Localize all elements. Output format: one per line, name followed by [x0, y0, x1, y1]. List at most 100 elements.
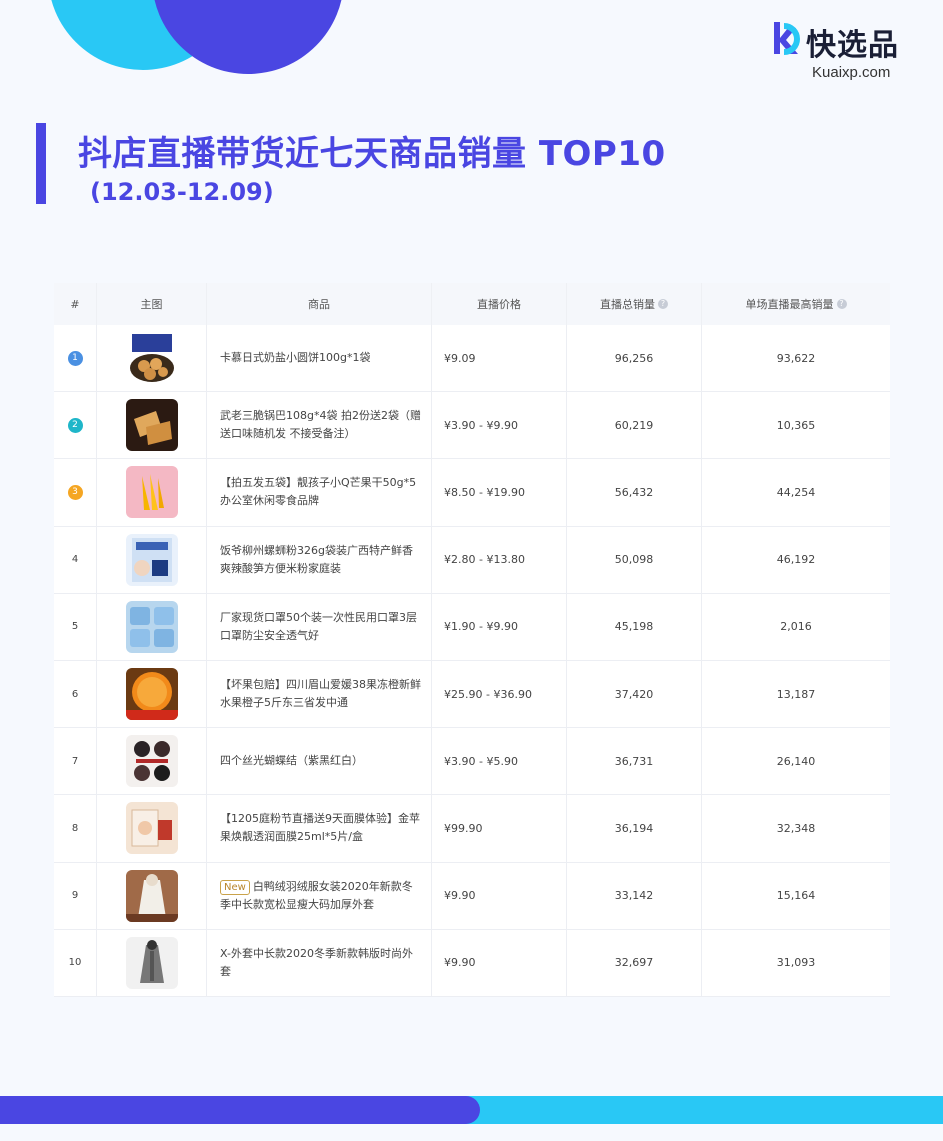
- product-name[interactable]: X-外套中长款2020冬季新款韩版时尚外套: [220, 947, 413, 978]
- rank-number: 6: [71, 688, 79, 700]
- brand-logo[interactable]: 快选品 Kuaixp.com: [770, 20, 910, 84]
- brand-name: 快选品: [806, 28, 899, 63]
- product-name[interactable]: 【1205庭粉节直播送9天面膜体验】金苹果焕靓透润面膜25ml*5片/盒: [220, 812, 420, 843]
- col-rank: #: [54, 283, 97, 325]
- image-cell: [97, 728, 207, 795]
- brand-url[interactable]: Kuaixp.com: [812, 64, 890, 81]
- col-image: 主图: [97, 283, 207, 325]
- total-sales-cell: 45,198: [567, 593, 702, 660]
- product-cell: New 白鸭绒羽绒服女装2020年新款冬季中长款宽松显瘦大码加厚外套: [207, 862, 432, 929]
- product-thumbnail[interactable]: [125, 600, 178, 653]
- table-body: 1 卡慕日式奶盐小圆饼100g*1袋 ¥9.09 96,256 93,622 2 武老三脆锅…: [54, 325, 890, 997]
- date-range: (12.03-12.09): [90, 178, 274, 206]
- max-single-sales-cell: 32,348: [776, 821, 816, 835]
- rank-cell: 3: [54, 459, 97, 526]
- table-row[interactable]: 7 四个丝光蝴蝶结（紫黑红白） ¥3.90 - ¥5.90 36,731 26,140: [54, 728, 890, 796]
- col-max-single[interactable]: 单场直播最高销量?: [702, 283, 890, 325]
- table-row[interactable]: 4 饭爷柳州螺蛳粉326g袋装广西特产鲜香爽辣酸笋方便米粉家庭装 ¥2.80 - ¥…: [54, 526, 890, 594]
- rank-number: 9: [71, 890, 79, 902]
- price-cell: ¥8.50 - ¥19.90: [432, 459, 567, 526]
- new-badge: New: [220, 879, 250, 895]
- product-name-wrap: 【1205庭粉节直播送9天面膜体验】金苹果焕靓透润面膜25ml*5片/盒: [220, 810, 421, 846]
- page-title: 抖店直播带货近七天商品销量 TOP10: [78, 134, 666, 174]
- product-name[interactable]: 【坏果包赔】四川眉山爱媛38果冻橙新鲜水果橙子5斤东三省发中通: [220, 678, 421, 709]
- product-name[interactable]: 卡慕日式奶盐小圆饼100g*1袋: [220, 351, 370, 364]
- total-sales-cell: 37,420: [567, 660, 702, 728]
- max-single-sales-cell: 13,187: [776, 687, 816, 701]
- product-name-wrap: 【拍五发五袋】靓孩子小Q芒果干50g*5办公室休闲零食品牌: [220, 474, 421, 510]
- rank-cell: 1: [54, 325, 97, 392]
- product-thumbnail[interactable]: [125, 735, 178, 788]
- price-cell: ¥9.90: [432, 929, 567, 996]
- product-thumbnail[interactable]: [125, 332, 178, 385]
- rank-cell: 4: [54, 526, 97, 593]
- col-image-label: 主图: [140, 298, 163, 311]
- price-cell: ¥2.80 - ¥13.80: [432, 526, 567, 593]
- col-product-label: 商品: [308, 298, 330, 311]
- product-thumbnail[interactable]: [125, 869, 178, 922]
- rank-badge: 3: [67, 484, 83, 500]
- product-cell: 【1205庭粉节直播送9天面膜体验】金苹果焕靓透润面膜25ml*5片/盒: [207, 795, 432, 862]
- table-row[interactable]: 10 X-外套中长款2020冬季新款韩版时尚外套 ¥9.90 32,697 31,093: [54, 929, 890, 997]
- product-name-wrap: 厂家现货口罩50个装一次性民用口罩3层口罩防尘安全透气好: [220, 609, 421, 645]
- brand-logo-icon: [774, 22, 800, 55]
- price-cell: ¥25.90 - ¥36.90: [432, 660, 567, 728]
- product-thumbnail[interactable]: [125, 668, 178, 721]
- total-sales-cell: 60,219: [567, 392, 702, 459]
- rank-number: 5: [71, 621, 79, 633]
- col-max-single-label: 单场直播最高销量: [745, 298, 834, 311]
- price-cell: ¥3.90 - ¥9.90: [432, 392, 567, 459]
- product-thumbnail[interactable]: [125, 533, 178, 586]
- help-icon[interactable]: ?: [836, 299, 847, 309]
- table-row[interactable]: 8 【1205庭粉节直播送9天面膜体验】金苹果焕靓透润面膜25ml*5片/盒 ¥99…: [54, 795, 890, 863]
- rank-cell: 5: [54, 593, 97, 660]
- table-header: # 主图 商品 直播价格 直播总销量? 单场直播最高销量?: [54, 283, 890, 325]
- total-sales-cell: 56,432: [567, 459, 702, 526]
- image-cell: [97, 660, 207, 728]
- rank-cell: 6: [54, 660, 97, 728]
- col-price[interactable]: 直播价格: [432, 283, 567, 325]
- product-name-wrap: New 白鸭绒羽绒服女装2020年新款冬季中长款宽松显瘦大码加厚外套: [220, 878, 421, 914]
- col-total-sales[interactable]: 直播总销量?: [567, 283, 702, 325]
- image-cell: [97, 862, 207, 929]
- col-total-sales-label: 直播总销量: [600, 298, 655, 311]
- product-cell: X-外套中长款2020冬季新款韩版时尚外套: [207, 929, 432, 996]
- table-row[interactable]: 1 卡慕日式奶盐小圆饼100g*1袋 ¥9.09 96,256 93,622: [54, 325, 890, 393]
- product-name[interactable]: 饭爷柳州螺蛳粉326g袋装广西特产鲜香爽辣酸笋方便米粉家庭装: [220, 544, 413, 575]
- table-row[interactable]: 6 【坏果包赔】四川眉山爱媛38果冻橙新鲜水果橙子5斤东三省发中通 ¥25.90 -…: [54, 660, 890, 729]
- footer-bar-cyan: [460, 1096, 943, 1124]
- rank-badge: 2: [67, 417, 83, 433]
- product-thumbnail[interactable]: [125, 466, 178, 519]
- image-cell: [97, 325, 207, 392]
- product-name-wrap: 饭爷柳州螺蛳粉326g袋装广西特产鲜香爽辣酸笋方便米粉家庭装: [220, 542, 421, 578]
- rank-cell: 9: [54, 862, 97, 929]
- table-row[interactable]: 5 厂家现货口罩50个装一次性民用口罩3层口罩防尘安全透气好 ¥1.90 - ¥9.…: [54, 593, 890, 661]
- rank-cell: 2: [54, 392, 97, 459]
- image-cell: [97, 526, 207, 593]
- product-cell: 四个丝光蝴蝶结（紫黑红白）: [207, 728, 432, 795]
- table-row[interactable]: 9 New 白鸭绒羽绒服女装2020年新款冬季中长款宽松显瘦大码加厚外套 ¥9.90 3…: [54, 862, 890, 930]
- product-name[interactable]: 厂家现货口罩50个装一次性民用口罩3层口罩防尘安全透气好: [220, 611, 417, 642]
- price-cell: ¥99.90: [432, 795, 567, 862]
- rank-cell: 7: [54, 728, 97, 795]
- price-cell: ¥9.90: [432, 862, 567, 929]
- image-cell: [97, 795, 207, 862]
- table-row[interactable]: 3 【拍五发五袋】靓孩子小Q芒果干50g*5办公室休闲零食品牌 ¥8.50 - ¥1…: [54, 459, 890, 527]
- product-name-wrap: X-外套中长款2020冬季新款韩版时尚外套: [220, 945, 421, 981]
- max-single-sales-cell: 2,016: [780, 620, 812, 634]
- table-row[interactable]: 2 武老三脆锅巴108g*4袋 拍2份送2袋（赠送口味随机发 不接受备注） ¥3.9…: [54, 392, 890, 460]
- max-single-sales-cell: 10,365: [776, 418, 816, 432]
- product-name-wrap: 武老三脆锅巴108g*4袋 拍2份送2袋（赠送口味随机发 不接受备注）: [220, 407, 421, 443]
- product-thumbnail[interactable]: [125, 802, 178, 855]
- col-product: 商品: [207, 283, 432, 325]
- total-sales-cell: 36,731: [567, 728, 702, 795]
- product-thumbnail[interactable]: [125, 936, 178, 989]
- product-name[interactable]: 四个丝光蝴蝶结（紫黑红白）: [220, 754, 363, 767]
- image-cell: [97, 929, 207, 996]
- product-thumbnail[interactable]: [125, 399, 178, 452]
- image-cell: [97, 593, 207, 660]
- help-icon[interactable]: ?: [658, 299, 668, 309]
- price-cell: ¥1.90 - ¥9.90: [432, 593, 567, 660]
- product-name[interactable]: 【拍五发五袋】靓孩子小Q芒果干50g*5办公室休闲零食品牌: [220, 476, 416, 507]
- product-name[interactable]: 武老三脆锅巴108g*4袋 拍2份送2袋（赠送口味随机发 不接受备注）: [220, 409, 421, 440]
